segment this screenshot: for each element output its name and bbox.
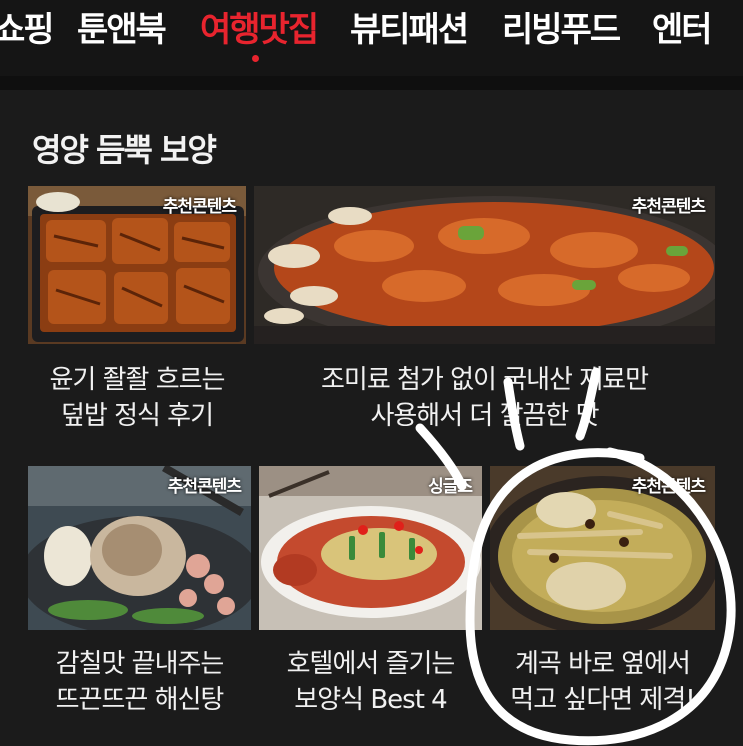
card-caption-line-2: 사용해서 더 깔끔한 맛 (370, 401, 599, 431)
section-divider (0, 76, 743, 90)
card-caption-line-2: 보양식 Best 4 (294, 685, 447, 715)
section-title: 영양 듬뿍 보양 (32, 131, 217, 169)
card-caption-line-1: 계곡 바로 옆에서 (515, 649, 691, 679)
seafood-chicken-soup-photo: 추천콘텐츠 (28, 466, 251, 630)
active-tab-indicator (252, 55, 259, 62)
card-caption-line-1: 호텔에서 즐기는 (286, 649, 456, 679)
eel-rice-box-photo: 추천콘텐츠 (28, 186, 246, 344)
tab-entertainment[interactable]: 엔터 (652, 2, 713, 51)
card-caption-line-2: 뜨끈뜨끈 해신탕 (55, 685, 225, 715)
tab-toon-book[interactable]: 툰앤북 (77, 2, 167, 51)
ginseng-chicken-soup-photo: 추천콘텐츠 (490, 466, 715, 630)
card-caption-line-2: 덮밥 정식 후기 (60, 401, 214, 431)
content-card-3[interactable]: 추천콘텐츠 감칠맛 끝내주는 뜨끈뜨끈 해신탕 (28, 466, 251, 726)
content-badge: 추천콘텐츠 (631, 477, 706, 497)
content-badge: 추천콘텐츠 (167, 477, 242, 497)
card-caption-line-1: 조미료 첨가 없이 국내산 재료만 (320, 365, 649, 395)
content-badge: 추천콘텐츠 (162, 197, 237, 217)
content-card-2[interactable]: 추천콘텐츠 조미료 첨가 없이 국내산 재료만 사용해서 더 깔끔한 맛 (254, 186, 715, 446)
tab-travel-food[interactable]: 여행맛집 (200, 2, 319, 51)
tab-living-food[interactable]: 리빙푸드 (502, 2, 621, 51)
tab-shopping[interactable]: 쇼핑 (0, 2, 55, 51)
spicy-stir-fry-photo: 추천콘텐츠 (254, 186, 715, 344)
card-caption-line-1: 윤기 좔좔 흐르는 (49, 365, 226, 395)
category-tab-bar: 쇼핑 툰앤북 여행맛집 뷰티패션 리빙푸드 엔터 (0, 0, 743, 76)
card-caption-line-2: 먹고 싶다면 제격! (510, 685, 695, 715)
content-card-1[interactable]: 추천콘텐츠 윤기 좔좔 흐르는 덮밥 정식 후기 (28, 186, 246, 446)
card-caption-line-1: 감칠맛 끝내주는 (55, 649, 225, 679)
content-card-5[interactable]: 추천콘텐츠 계곡 바로 옆에서 먹고 싶다면 제격! (490, 466, 715, 726)
tab-beauty-fashion[interactable]: 뷰티패션 (350, 2, 469, 51)
steamed-fish-dish-photo: 싱글즈 (259, 466, 482, 630)
content-badge: 싱글즈 (428, 477, 473, 497)
content-card-4[interactable]: 싱글즈 호텔에서 즐기는 보양식 Best 4 (259, 466, 482, 726)
content-badge: 추천콘텐츠 (631, 197, 706, 217)
